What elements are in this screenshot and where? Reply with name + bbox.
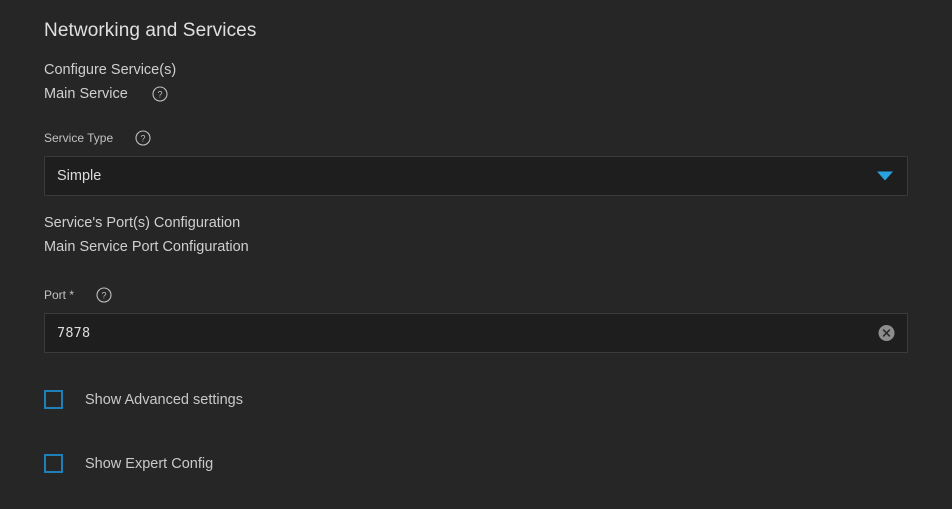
main-service-port-configuration-label: Main Service Port Configuration (44, 239, 249, 255)
checkbox-icon[interactable] (44, 390, 63, 409)
help-circle-icon[interactable]: ? (96, 287, 112, 303)
show-expert-config-checkbox-row[interactable]: Show Expert Config (44, 454, 213, 473)
networking-services-panel: Networking and Services Configure Servic… (0, 0, 952, 509)
main-service-row: Main Service ? (44, 84, 908, 104)
port-input-wrapper[interactable]: 7878 (44, 313, 908, 353)
chevron-down-icon[interactable] (877, 171, 893, 181)
help-circle-icon[interactable]: ? (152, 86, 168, 102)
help-circle-icon[interactable]: ? (135, 130, 151, 146)
show-advanced-settings-label: Show Advanced settings (85, 391, 243, 408)
port-input[interactable]: 7878 (57, 324, 90, 342)
svg-text:?: ? (102, 291, 107, 301)
main-service-label: Main Service (44, 86, 128, 102)
show-expert-config-label: Show Expert Config (85, 455, 214, 472)
ports-configuration-label: Service's Port(s) Configuration (44, 215, 241, 231)
port-field: Port * ? 7878 (44, 287, 908, 353)
svg-text:?: ? (157, 90, 162, 100)
svg-text:?: ? (141, 134, 146, 144)
service-type-selected-value: Simple (57, 168, 102, 184)
page-title: Networking and Services (44, 20, 257, 41)
port-label: Port * (44, 288, 75, 302)
checkbox-icon[interactable] (44, 454, 63, 473)
service-type-select[interactable]: Simple (44, 156, 908, 196)
show-advanced-settings-checkbox-row[interactable]: Show Advanced settings (44, 390, 243, 409)
clear-circle-icon[interactable] (878, 325, 895, 342)
port-label-row: Port * ? (44, 287, 908, 303)
configure-services-label: Configure Service(s) (44, 62, 177, 78)
service-type-label: Service Type (44, 131, 114, 145)
service-type-field: Service Type ? Simple (44, 130, 908, 196)
service-type-label-row: Service Type ? (44, 130, 908, 146)
